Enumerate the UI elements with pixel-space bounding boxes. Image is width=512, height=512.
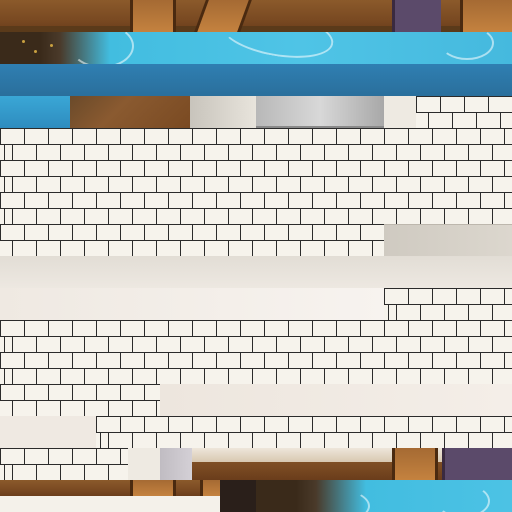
dirt-patch (220, 480, 256, 512)
brick-row (0, 368, 512, 385)
metal-panel (256, 96, 384, 128)
brick-row (0, 176, 512, 193)
brick-row (384, 288, 512, 305)
brick-row (416, 96, 512, 113)
brick-row (0, 224, 384, 241)
brick-row (96, 432, 512, 449)
brick-row (384, 304, 512, 321)
brick-row (0, 240, 384, 257)
wood-beam (460, 0, 512, 32)
plain-panel (0, 288, 384, 320)
brick-row (416, 112, 512, 129)
plain-panel (0, 416, 96, 448)
stone-slab (384, 224, 512, 257)
metal-panel (160, 448, 192, 480)
wood-beam (130, 480, 176, 496)
plain-panel (128, 448, 160, 480)
brick-row (0, 128, 512, 145)
brick-row (0, 320, 512, 337)
wood-strip-bottom (192, 448, 512, 480)
brick-row (0, 352, 512, 369)
brick-row (0, 464, 128, 481)
wood-strip-top (0, 0, 512, 32)
wood-post (442, 448, 512, 480)
wood-beam (130, 0, 176, 32)
brick-row (0, 448, 128, 465)
wood-post (392, 0, 441, 32)
brick-row (0, 192, 512, 209)
plain-panel (160, 384, 512, 416)
brick-row (0, 160, 512, 177)
deep-water-band (0, 64, 512, 96)
water-strip-top (0, 32, 512, 64)
plain-panel (0, 256, 512, 288)
water-strip-bottom (256, 480, 512, 512)
game-scene (0, 0, 512, 512)
brick-row (0, 384, 160, 401)
brick-row (96, 416, 512, 433)
brick-row (0, 336, 512, 353)
brick-row (0, 144, 512, 161)
brick-row (0, 208, 512, 225)
wood-beam (392, 448, 438, 480)
brick-row (0, 400, 160, 417)
